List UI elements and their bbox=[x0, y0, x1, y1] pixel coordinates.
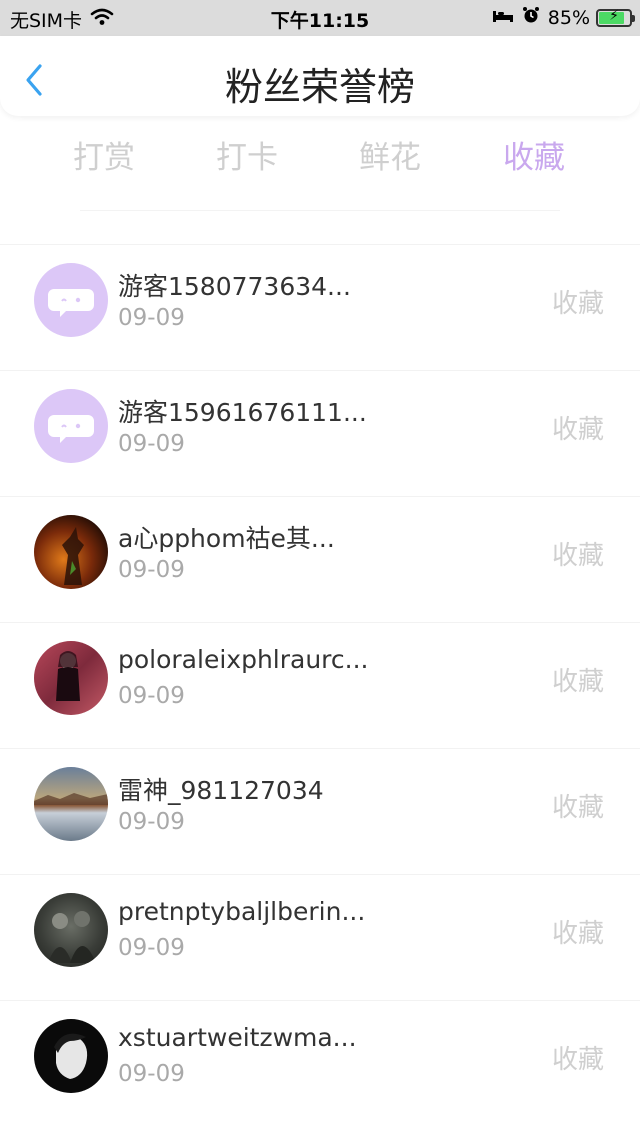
fan-name: a心pphom祜e其... bbox=[118, 524, 335, 553]
portrait-icon bbox=[54, 1033, 88, 1079]
fan-name: poloraleixphlraurc... bbox=[118, 645, 369, 674]
fan-name: xstuartweitzwma... bbox=[118, 1023, 357, 1052]
fan-name: pretnptybaljlberin... bbox=[118, 897, 366, 926]
divider bbox=[80, 210, 560, 211]
alarm-icon bbox=[522, 6, 540, 29]
fan-date: 09-09 bbox=[118, 557, 185, 583]
list-item[interactable]: 游客1580773634... 09-09 收藏 bbox=[0, 244, 640, 370]
photo-avatar bbox=[34, 515, 108, 589]
fan-date: 09-09 bbox=[118, 1061, 185, 1087]
tab-flowers[interactable]: 鲜花 bbox=[330, 132, 450, 177]
person-figure-icon bbox=[56, 651, 80, 701]
list-item[interactable]: poloraleixphlraurc... 09-09 收藏 bbox=[0, 622, 640, 748]
photo-avatar bbox=[34, 767, 108, 841]
photo-avatar bbox=[34, 1019, 108, 1093]
guest-avatar bbox=[34, 263, 108, 337]
list-item[interactable]: 游客15961676111... 09-09 收藏 bbox=[0, 370, 640, 496]
fan-list: 游客1580773634... 09-09 收藏 游客15961676111..… bbox=[0, 244, 640, 1126]
fan-action-label: 收藏 bbox=[551, 415, 604, 445]
fan-name: 雷神_981127034 bbox=[118, 776, 324, 805]
guest-avatar bbox=[34, 389, 108, 463]
fan-name: 游客15961676111... bbox=[118, 398, 367, 427]
fan-date: 09-09 bbox=[118, 431, 185, 457]
tab-reward[interactable]: 打赏 bbox=[44, 132, 164, 177]
battery-icon: ⚡ bbox=[596, 7, 635, 27]
fan-name: 游客1580773634... bbox=[118, 272, 351, 301]
fan-date: 09-09 bbox=[118, 809, 185, 835]
tab-checkin[interactable]: 打卡 bbox=[187, 132, 307, 177]
photo-avatar bbox=[34, 893, 108, 967]
battery-percent: 85% bbox=[547, 6, 590, 29]
status-bar: 无SIM卡 下午11:15 85% ⚡ bbox=[0, 0, 640, 36]
chat-bubble-icon bbox=[48, 415, 94, 443]
photo-avatar bbox=[34, 641, 108, 715]
group-figure-icon bbox=[48, 911, 96, 963]
nav-bar: 粉丝荣誉榜 bbox=[0, 36, 640, 116]
fan-action-label: 收藏 bbox=[551, 541, 604, 571]
tab-bar: 打赏 打卡 鲜花 收藏 bbox=[0, 132, 640, 182]
list-item[interactable]: xstuartweitzwma... 09-09 收藏 bbox=[0, 1000, 640, 1126]
list-item[interactable]: 雷神_981127034 09-09 收藏 bbox=[0, 748, 640, 874]
page-title: 粉丝荣誉榜 bbox=[224, 65, 415, 109]
bed-icon bbox=[492, 7, 514, 29]
chat-bubble-icon bbox=[48, 289, 94, 317]
charging-bolt-icon: ⚡ bbox=[609, 7, 619, 24]
fan-action-label: 收藏 bbox=[551, 289, 604, 319]
list-item[interactable]: pretnptybaljlberin... 09-09 收藏 bbox=[0, 874, 640, 1000]
fan-action-label: 收藏 bbox=[551, 1045, 604, 1075]
fan-date: 09-09 bbox=[118, 683, 185, 709]
fan-action-label: 收藏 bbox=[551, 919, 604, 949]
warrior-figure-icon bbox=[62, 527, 84, 585]
list-item[interactable]: a心pphom祜e其... 09-09 收藏 bbox=[0, 496, 640, 622]
fan-date: 09-09 bbox=[118, 305, 185, 331]
tab-favorites[interactable]: 收藏 bbox=[474, 132, 594, 177]
landscape-icon bbox=[34, 793, 108, 805]
fan-date: 09-09 bbox=[118, 935, 185, 961]
fan-action-label: 收藏 bbox=[551, 793, 604, 823]
status-right: 85% ⚡ bbox=[492, 6, 635, 29]
fan-action-label: 收藏 bbox=[551, 667, 604, 697]
